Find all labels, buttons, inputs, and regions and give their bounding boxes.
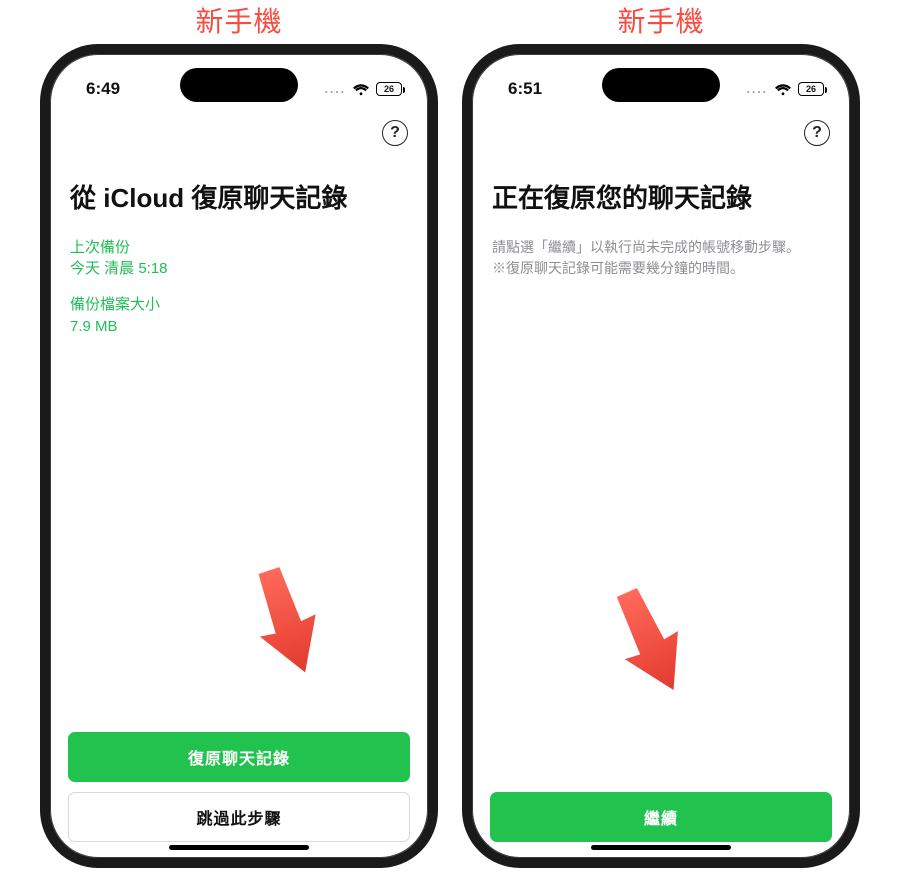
screen-content-left: ? 從 iCloud 復原聊天記錄 上次備份 今天 清晨 5:18 備份檔案大小… xyxy=(50,110,428,858)
battery-percent: 26 xyxy=(806,84,816,94)
phone-frame-right: 6:51 .... 26 ? 正在復原您的聊天記錄 請點選「繼續」以 xyxy=(462,44,860,868)
screen-content-right: ? 正在復原您的聊天記錄 請點選「繼續」以執行尚未完成的帳號移動步驟。 ※復原聊… xyxy=(472,110,850,858)
help-icon[interactable]: ? xyxy=(382,120,408,146)
backup-size-label: 備份檔案大小 xyxy=(70,294,410,316)
continue-button[interactable]: 繼續 xyxy=(490,792,832,842)
right-annotation-label: 新手機 xyxy=(617,0,704,40)
status-bar: 6:51 .... 26 xyxy=(472,54,850,110)
restore-button-label: 復原聊天記錄 xyxy=(188,745,290,769)
left-column: 新手機 6:49 .... 26 ? 從 iClou xyxy=(34,0,444,869)
battery-icon: 26 xyxy=(798,82,824,96)
screenshot-pair: 新手機 6:49 .... 26 ? 從 iClou xyxy=(0,0,900,879)
cell-signal-icon: .... xyxy=(325,82,346,96)
restore-button[interactable]: 復原聊天記錄 xyxy=(68,732,410,782)
skip-button-label: 跳過此步驟 xyxy=(196,805,281,829)
wifi-icon xyxy=(774,83,792,96)
continue-button-label: 繼續 xyxy=(644,805,678,829)
last-backup-value: 今天 清晨 5:18 xyxy=(70,258,410,280)
cell-signal-icon: .... xyxy=(747,82,768,96)
last-backup-label: 上次備份 xyxy=(70,237,410,259)
status-bar: 6:49 .... 26 xyxy=(50,54,428,110)
backup-meta: 上次備份 今天 清晨 5:18 備份檔案大小 7.9 MB xyxy=(70,237,410,352)
status-right-cluster: .... 26 xyxy=(325,82,402,96)
right-column: 新手機 6:51 .... 26 ? 正在復原您的聊 xyxy=(456,0,866,869)
help-icon[interactable]: ? xyxy=(804,120,830,146)
status-time: 6:49 xyxy=(86,79,120,99)
battery-icon: 26 xyxy=(376,82,402,96)
restore-description: 請點選「繼續」以執行尚未完成的帳號移動步驟。 ※復原聊天記錄可能需要幾分鐘的時間… xyxy=(492,237,830,280)
restore-desc-line1: 請點選「繼續」以執行尚未完成的帳號移動步驟。 xyxy=(492,237,830,259)
left-annotation-label: 新手機 xyxy=(195,0,282,40)
backup-size-value: 7.9 MB xyxy=(70,316,410,338)
skip-button[interactable]: 跳過此步驟 xyxy=(68,792,410,842)
home-indicator xyxy=(169,845,309,850)
page-title: 從 iCloud 復原聊天記錄 xyxy=(70,182,408,215)
page-title: 正在復原您的聊天記錄 xyxy=(492,182,830,215)
wifi-icon xyxy=(352,83,370,96)
battery-percent: 26 xyxy=(384,84,394,94)
home-indicator xyxy=(591,845,731,850)
restore-desc-line2: ※復原聊天記錄可能需要幾分鐘的時間。 xyxy=(492,258,830,280)
status-right-cluster: .... 26 xyxy=(747,82,824,96)
phone-frame-left: 6:49 .... 26 ? 從 iCloud 復原聊天記錄 xyxy=(40,44,438,868)
status-time: 6:51 xyxy=(508,79,542,99)
